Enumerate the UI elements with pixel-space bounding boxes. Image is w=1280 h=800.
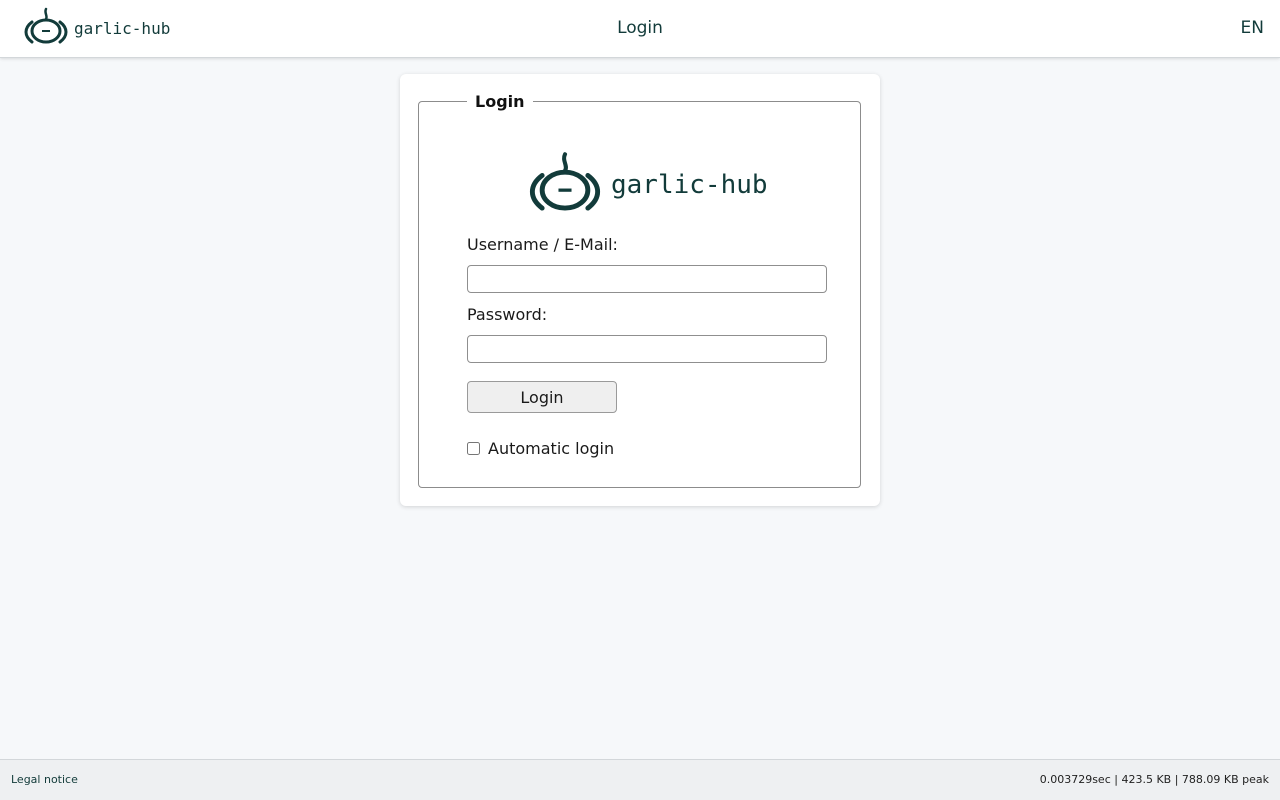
login-button[interactable]: Login (467, 381, 617, 413)
login-logo-text: garlic-hub (611, 170, 768, 200)
language-selector[interactable]: EN (1241, 0, 1264, 58)
auto-login-checkbox[interactable] (467, 442, 480, 455)
page-title: Login (617, 18, 663, 38)
username-label: Username / E-Mail: (467, 235, 618, 254)
password-label: Password: (467, 305, 548, 324)
garlic-logo-icon (24, 7, 68, 44)
performance-stats: 0.003729sec | 423.5 KB | 788.09 KB peak (1039, 773, 1269, 786)
page-footer: Legal notice 0.003729sec | 423.5 KB | 78… (0, 759, 1280, 800)
login-card: Login garlic-hub Username / E-Mail: Pass… (400, 74, 880, 506)
legal-notice-link[interactable]: Legal notice (11, 760, 78, 800)
brand-name: garlic-hub (74, 18, 171, 38)
password-input[interactable] (467, 335, 827, 363)
auto-login-option[interactable]: Automatic login (467, 439, 614, 458)
garlic-logo-icon (529, 152, 601, 211)
login-legend: Login (475, 92, 525, 111)
home-logo-link[interactable]: garlic-hub (22, 7, 170, 45)
login-logo: garlic-hub (525, 151, 768, 213)
username-input[interactable] (467, 265, 827, 293)
top-navigation-bar: garlic-hub Login EN (0, 0, 1280, 58)
auto-login-label: Automatic login (488, 439, 615, 458)
login-fieldset: Login garlic-hub Username / E-Mail: Pass… (418, 92, 861, 488)
